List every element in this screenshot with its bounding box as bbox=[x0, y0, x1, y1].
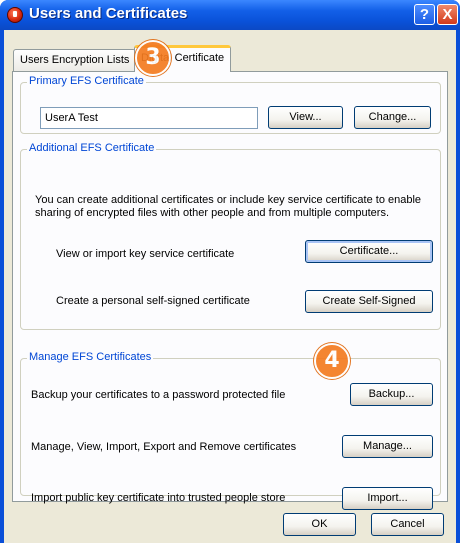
tab-panel: Primary EFS Certificate UserA Test View.… bbox=[12, 71, 448, 510]
dialog-window: Users and Certificates ? X Users Encrypt… bbox=[0, 0, 460, 543]
import-text: Import public key certificate into trust… bbox=[31, 492, 286, 504]
primary-efs-legend: Primary EFS Certificate bbox=[27, 75, 146, 87]
manage-efs-group: Manage EFS Certificates bbox=[20, 351, 441, 496]
tab-users-encryption-lists[interactable]: Users Encryption Lists bbox=[13, 49, 137, 71]
backup-button[interactable]: Backup... bbox=[350, 383, 433, 406]
additional-description: You can create additional certificates o… bbox=[35, 194, 422, 219]
manage-text: Manage, View, Import, Export and Remove … bbox=[31, 441, 297, 453]
ok-button[interactable]: OK bbox=[283, 513, 356, 536]
primary-certificate-field: UserA Test bbox=[40, 107, 258, 129]
backup-text: Backup your certificates to a password p… bbox=[31, 389, 286, 401]
view-import-text: View or import key service certificate bbox=[56, 248, 235, 260]
create-self-signed-button[interactable]: Create Self-Signed bbox=[305, 290, 433, 313]
help-button[interactable]: ? bbox=[414, 4, 435, 25]
import-button[interactable]: Import... bbox=[342, 487, 433, 510]
cancel-button[interactable]: Cancel bbox=[371, 513, 444, 536]
manage-button[interactable]: Manage... bbox=[342, 435, 433, 458]
dialog-body: Users Encryption Lists Digital Certifica… bbox=[4, 30, 456, 543]
additional-efs-legend: Additional EFS Certificate bbox=[27, 142, 157, 154]
view-button[interactable]: View... bbox=[268, 106, 343, 129]
self-signed-text: Create a personal self-signed certificat… bbox=[56, 295, 250, 307]
primary-efs-group: Primary EFS Certificate UserA Test View.… bbox=[20, 75, 441, 134]
window-title: Users and Certificates bbox=[29, 5, 188, 22]
app-icon bbox=[7, 7, 23, 23]
title-bar[interactable]: Users and Certificates ? X bbox=[0, 0, 460, 30]
step-4-badge: 4 bbox=[314, 343, 350, 379]
step-3-badge: 3 bbox=[135, 40, 171, 76]
manage-efs-legend: Manage EFS Certificates bbox=[27, 351, 154, 363]
certificate-button[interactable]: Certificate... bbox=[305, 240, 433, 263]
close-button[interactable]: X bbox=[437, 4, 458, 25]
change-button[interactable]: Change... bbox=[354, 106, 431, 129]
